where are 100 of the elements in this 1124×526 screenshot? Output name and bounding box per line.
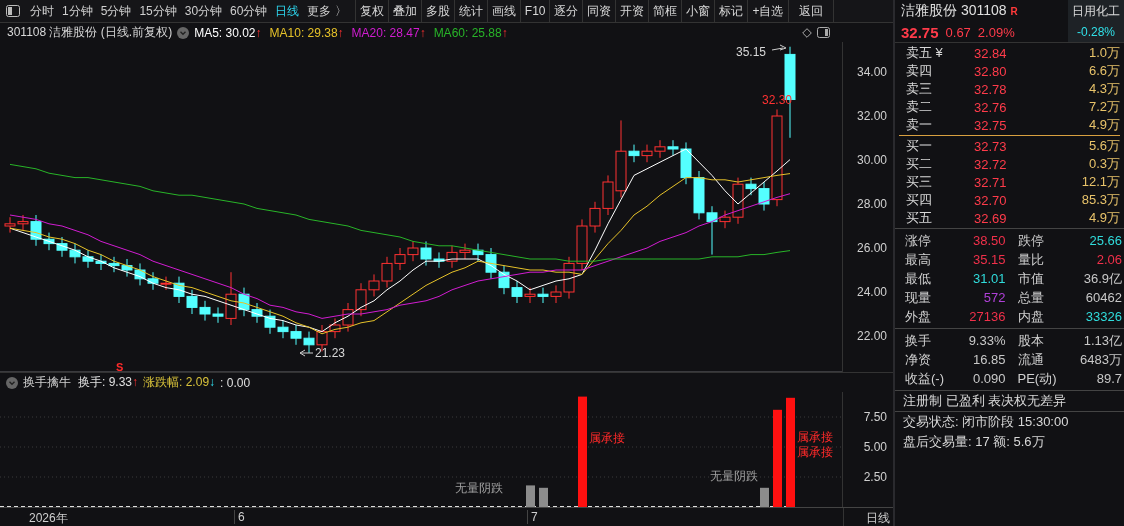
order-price: 32.69 [973,210,1008,226]
period-tab[interactable]: 1分钟 [58,2,97,20]
percent-change: 2.09% [977,24,1015,40]
toolbar-button[interactable]: 复权 [354,0,388,22]
order-level: 卖四 [905,62,933,80]
period-tab[interactable]: 日线 [271,2,304,20]
price-tick: 26.00 [856,241,887,255]
stat-label: 最高 [905,250,931,269]
order-level: 卖三 [905,80,933,98]
ma-value: MA60: 25.88↑ [433,25,508,40]
stat-value: 33326 [1085,309,1122,324]
stat-value: 9.33% [968,333,1006,348]
signal-label: 属承接 [797,445,833,459]
stat-label: 外盘 [905,307,931,326]
stat-value: 35.15 [972,252,1006,267]
period-tab[interactable]: 5分钟 [96,2,136,20]
toolbar-button[interactable]: 同资 [582,0,616,22]
order-price: 32.72 [973,156,1008,172]
order-level: 买四 [905,191,933,209]
date-label: 6 [234,510,245,524]
price-change: 0.67 [945,24,971,40]
stock-name: 洁雅股份 301108 [901,2,1007,20]
sidebar-toggle-icon[interactable] [6,5,20,17]
period-tab[interactable]: 分时 [26,2,58,20]
signal-label: 无量阴跌 [455,481,503,495]
stat-value: 0.090 [972,371,1006,386]
close-price-label: 32.30 [762,93,793,107]
toolbar-button[interactable]: 画线 [486,0,520,22]
toolbar-button[interactable]: +自选 [747,0,788,22]
toolbar-button[interactable]: F10 [519,0,550,22]
toolbar-button[interactable]: 简框 [648,0,682,22]
chevron-icon[interactable] [6,376,18,389]
period-tab[interactable]: 15分钟 [135,2,181,20]
order-level: 买二 [905,155,933,173]
order-volume: 7.2万 [1087,98,1121,116]
order-price: 32.75 [973,117,1008,133]
order-volume: 6.6万 [1087,62,1121,80]
indicator-tick: 2.50 [863,470,887,484]
order-level: 卖一 [905,116,933,134]
toolbar-button[interactable]: 开资 [615,0,649,22]
indicator-value: 涨跌幅: 2.09↓ [143,374,216,391]
chart-title: 301108 洁雅股份 (日线.前复权) [7,24,173,41]
stat-value: 2.06 [1096,252,1122,267]
signal-label: 属承接 [797,430,833,444]
sell-signal-label: S [116,361,124,372]
toolbar-button[interactable]: 小窗 [681,0,715,22]
stat-label: 最低 [905,269,931,288]
stat-label: 量比 [1017,250,1044,269]
date-label: 7 [527,510,538,524]
order-level: 买三 [905,173,933,191]
price-tick: 34.00 [856,65,887,79]
stat-label: 现量 [905,288,931,307]
period-tab[interactable]: 60分钟 [226,2,272,20]
stat-value: 89.7 [1096,371,1122,386]
candlestick [537,287,549,304]
diamond-icon[interactable] [802,27,812,38]
order-level: 卖二 [905,98,933,116]
toolbar-button[interactable]: 标记 [714,0,748,22]
stat-value: 27136 [969,309,1006,324]
period-tab[interactable]: 30分钟 [180,2,227,20]
candlestick [745,177,757,196]
info-line: 注册制 已盈利 表决权无差异 [895,391,1124,412]
indicator-tick: 5.00 [863,440,887,454]
indicator-tick: 7.50 [863,410,887,424]
stat-label: 股本 [1017,331,1044,350]
stat-label: 涨停 [905,231,931,250]
order-level: 买五 [905,209,933,227]
toolbar-button[interactable]: 逐分 [549,0,583,22]
date-label: 2026年 [28,510,68,526]
toolbar-button[interactable]: 多股 [420,0,454,22]
candlestick [160,276,172,291]
stat-label: 内盘 [1017,307,1044,326]
stat-label: 收益(-) [905,369,944,388]
ma-value: MA10: 29.38↑ [269,25,344,40]
toolbar-button[interactable]: 返回 [787,0,834,22]
high-marker-arrow [771,44,787,51]
info-line: 盘后交易量: 17 额: 5.6万 [902,433,1046,451]
stat-label: 流通 [1017,350,1044,369]
stat-value: 16.85 [972,352,1006,367]
panel-toggle-icon[interactable] [817,27,830,38]
signal-label: 属承接 [589,431,625,445]
stat-value: 60462 [1085,290,1122,305]
toolbar-button[interactable]: 叠加 [387,0,421,22]
stat-label: 净资 [905,350,931,369]
sector-name: 日用化工 [1072,2,1120,20]
order-volume: 12.1万 [1080,173,1121,191]
indicator-value: : 0.00 [220,375,251,390]
toolbar-button[interactable]: 统计 [453,0,487,22]
signal-label: 无量阴跌 [710,469,758,483]
stat-value: 6483万 [1080,350,1122,369]
order-volume: 85.3万 [1080,191,1121,209]
stat-value: 31.01 [972,271,1006,286]
period-label: 日线 [865,510,890,526]
chevron-icon[interactable] [177,26,190,39]
candlestick [628,144,640,163]
more-menu[interactable]: 更多 〉 [303,2,351,20]
high-price-label: 35.15 [736,45,767,59]
order-volume: 0.3万 [1087,155,1121,173]
order-volume: 4.3万 [1087,80,1121,98]
stat-label: 总量 [1017,288,1044,307]
